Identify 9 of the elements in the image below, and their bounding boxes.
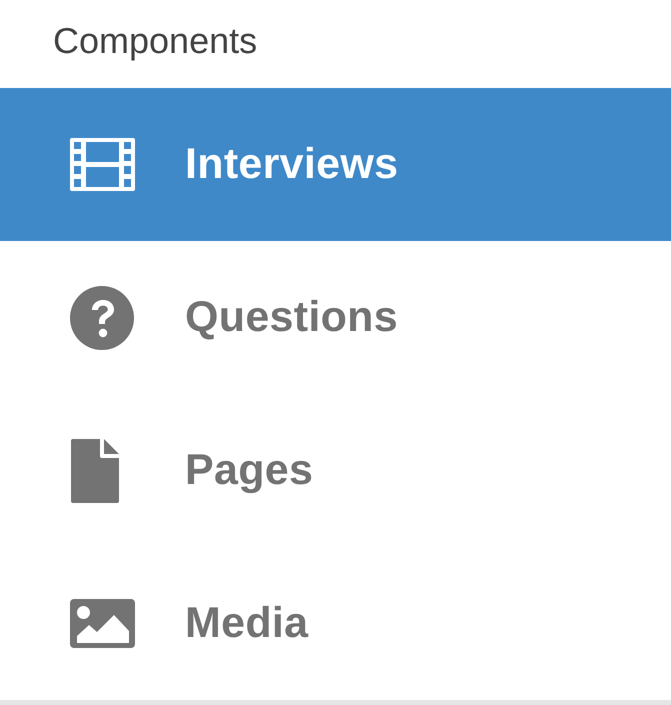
nav-item[interactable]: Questions <box>0 241 671 394</box>
nav-item[interactable]: Media <box>0 547 671 700</box>
file-icon <box>71 438 119 502</box>
image-icon <box>70 599 135 648</box>
film-icon <box>70 138 135 191</box>
panel-title: Components <box>53 23 258 59</box>
nav-item[interactable]: Interviews <box>0 88 671 241</box>
nav-item[interactable]: Pages <box>0 394 671 547</box>
question-icon <box>70 286 134 350</box>
